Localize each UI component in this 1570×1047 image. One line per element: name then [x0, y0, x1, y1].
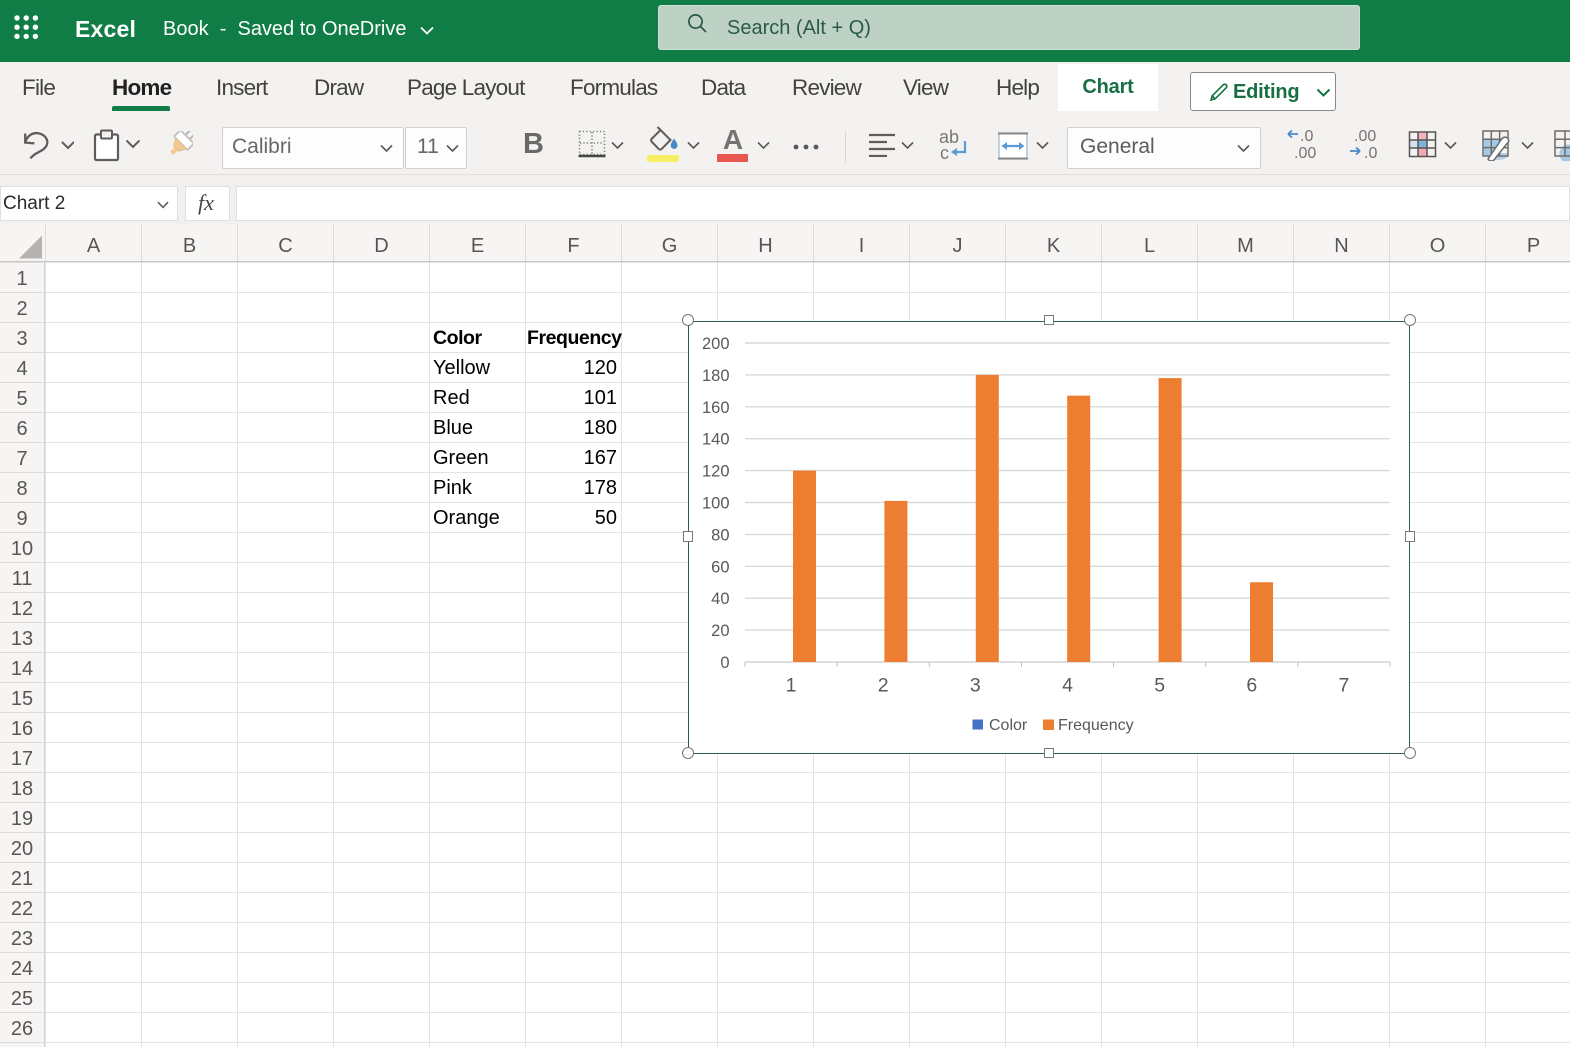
svg-text:6: 6	[1246, 674, 1257, 696]
svg-text:Color: Color	[989, 717, 1028, 734]
svg-text:0: 0	[720, 654, 729, 672]
svg-text:A: A	[723, 127, 743, 155]
svg-text:.0: .0	[1364, 145, 1377, 162]
svg-text:1: 1	[786, 674, 797, 696]
svg-text:4: 4	[1062, 674, 1073, 696]
svg-text:200: 200	[702, 335, 730, 353]
svg-text:120: 120	[702, 462, 730, 480]
svg-text:80: 80	[711, 526, 729, 544]
svg-text:Frequency: Frequency	[1058, 717, 1134, 734]
svg-text:c: c	[940, 143, 949, 162]
svg-text:.00: .00	[1354, 128, 1376, 145]
svg-text:.00: .00	[1294, 145, 1316, 162]
svg-text:180: 180	[702, 366, 730, 384]
svg-text:5: 5	[1154, 674, 1165, 696]
svg-text:100: 100	[702, 494, 730, 512]
svg-text:20: 20	[711, 622, 729, 640]
svg-text:140: 140	[702, 430, 730, 448]
svg-text:40: 40	[711, 590, 729, 608]
svg-text:7: 7	[1338, 674, 1349, 696]
svg-text:3: 3	[970, 674, 981, 696]
svg-text:160: 160	[702, 398, 730, 416]
svg-text:2: 2	[878, 674, 889, 696]
svg-text:.0: .0	[1300, 128, 1313, 145]
svg-text:60: 60	[711, 558, 729, 576]
